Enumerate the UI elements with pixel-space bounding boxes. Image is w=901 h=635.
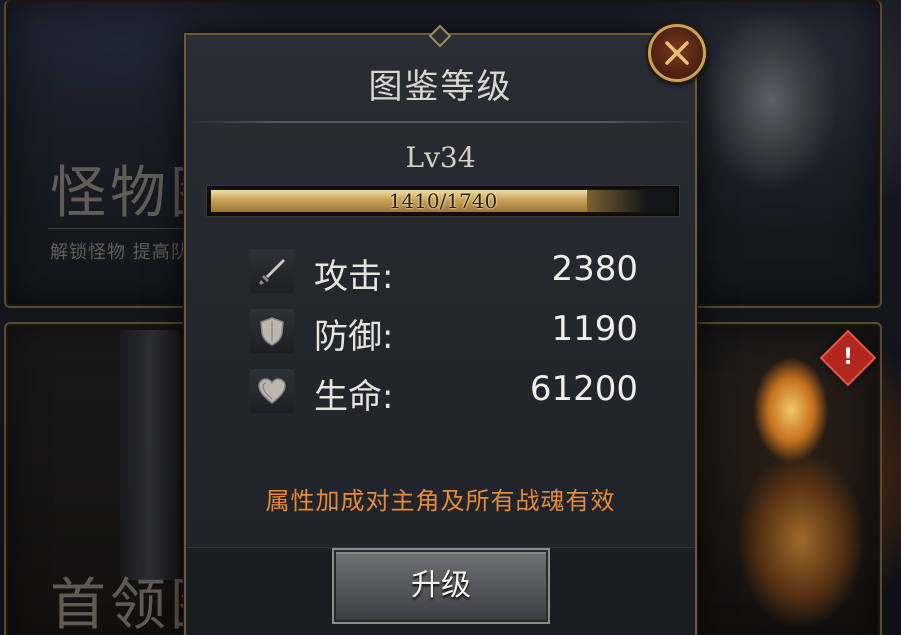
stat-value: 1190 xyxy=(551,309,638,349)
xp-progress-text: 1410/1740 xyxy=(388,189,498,213)
heart-icon xyxy=(250,369,294,413)
level-label: Lv34 xyxy=(405,141,476,174)
upgrade-button[interactable]: 升级 xyxy=(334,550,548,622)
stat-value: 61200 xyxy=(529,369,638,409)
upgrade-button-label: 升级 xyxy=(411,568,471,603)
stat-row-defense: 防御: 1190 xyxy=(250,307,638,357)
shield-icon xyxy=(250,309,294,353)
stat-label: 攻击: xyxy=(314,257,394,297)
stat-row-health: 生命: 61200 xyxy=(250,367,638,417)
dialog-title: 图鉴等级 xyxy=(368,67,513,107)
stat-value: 2380 xyxy=(551,249,638,289)
stat-label: 生命: xyxy=(314,377,394,417)
title-divider xyxy=(186,121,695,123)
stat-label: 防御: xyxy=(314,317,394,357)
stat-row-attack: 攻击: 2380 xyxy=(250,247,638,297)
close-icon[interactable] xyxy=(648,24,706,82)
collection-level-dialog: 图鉴等级 Lv34 1410/1740 攻击: 2380 防御: 1190 生命… xyxy=(184,33,697,635)
pillar-artwork xyxy=(120,330,180,580)
sword-icon xyxy=(250,249,294,293)
bonus-note: 属性加成对主角及所有战魂有效 xyxy=(265,487,616,515)
alert-symbol: ! xyxy=(842,345,854,370)
fire-monster-artwork xyxy=(681,340,881,635)
xp-progress-bar: 1410/1740 xyxy=(206,185,680,217)
